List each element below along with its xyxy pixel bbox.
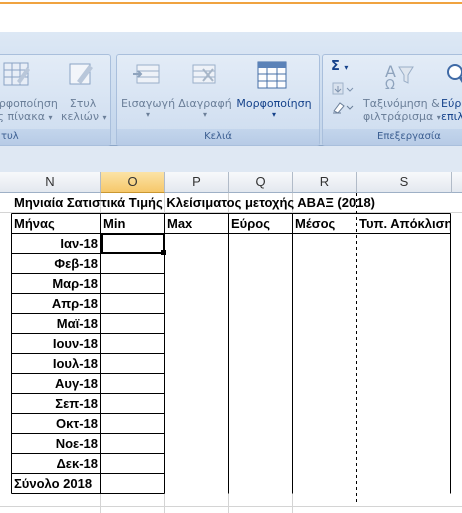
cell-styles-button[interactable]: Στυλ κελιών ▾ bbox=[61, 97, 107, 123]
dropdown-arrow-icon: ▾ bbox=[48, 113, 53, 122]
format-label: Μορφοποίηση bbox=[236, 97, 312, 110]
ribbon-group-editing-label: Επεξεργασία bbox=[323, 129, 462, 145]
format-as-table-label-1: ορφοποίηση bbox=[0, 97, 58, 110]
column-header-r[interactable]: R bbox=[293, 172, 357, 193]
format-as-table-label-2-text: ς πίνακα bbox=[0, 110, 45, 123]
cell-styles-label-2: κελιών ▾ bbox=[61, 110, 107, 123]
format-as-table-label-2: ς πίνακα ▾ bbox=[0, 110, 59, 123]
month-cell[interactable]: Ιουλ-18 bbox=[14, 354, 98, 374]
ribbon-group-styles: ορφοποίηση ς πίνακα ▾ Στυλ κελιών ▾ τυλ bbox=[0, 54, 111, 146]
header-month: Μήνας bbox=[14, 216, 55, 231]
format-button[interactable]: Μορφοποίηση ▾ bbox=[233, 97, 315, 119]
month-cell[interactable]: Αυγ-18 bbox=[14, 374, 98, 394]
find-select-button[interactable]: Εύρ επιλ bbox=[441, 97, 462, 123]
autosum-button[interactable]: Σ ▾ bbox=[331, 59, 348, 74]
header-max: Max bbox=[167, 216, 193, 231]
format-cells-icon[interactable] bbox=[255, 59, 289, 91]
cell-styles-label-1: Στυλ bbox=[69, 97, 97, 110]
format-as-table-button[interactable]: ορφοποίηση ς πίνακα ▾ bbox=[0, 97, 59, 123]
active-cell-o[interactable] bbox=[101, 234, 164, 254]
sigma-icon: Σ bbox=[331, 59, 340, 74]
month-cell[interactable]: Νοε-18 bbox=[14, 434, 98, 454]
column-header-q[interactable]: Q bbox=[229, 172, 293, 193]
month-cell[interactable]: Μαϊ-18 bbox=[14, 314, 98, 334]
sort-filter-button[interactable]: Ταξινόμηση & φιλτράρισμα ▾ bbox=[363, 97, 441, 123]
fill-icon[interactable] bbox=[331, 81, 355, 97]
cell-styles-icon[interactable] bbox=[67, 61, 95, 89]
insert-button[interactable]: Εισαγωγή ▾ bbox=[120, 97, 176, 119]
dropdown-arrow-icon: ▾ bbox=[145, 110, 150, 119]
formula-bar[interactable] bbox=[0, 146, 462, 173]
column-header-o[interactable]: O bbox=[101, 172, 165, 193]
find-select-label-2: επιλ bbox=[441, 110, 462, 123]
column-header-p[interactable]: P bbox=[165, 172, 229, 193]
dropdown-arrow-icon: ▾ bbox=[271, 110, 276, 119]
clear-icon[interactable] bbox=[331, 99, 355, 115]
find-select-label-1: Εύρ bbox=[441, 97, 462, 110]
dropdown-arrow-icon: ▾ bbox=[344, 63, 349, 72]
ribbon-group-styles-label: τυλ bbox=[0, 129, 110, 145]
header-range: Εύρος bbox=[231, 216, 270, 231]
month-cell[interactable]: Οκτ-18 bbox=[14, 414, 98, 434]
sort-filter-icon[interactable]: A Ω bbox=[381, 59, 415, 91]
format-as-table-icon[interactable] bbox=[3, 61, 31, 89]
month-cell[interactable]: Σεπ-18 bbox=[14, 394, 98, 414]
sort-filter-label-2-text: φιλτράρισμα bbox=[363, 110, 434, 123]
sort-filter-label-2: φιλτράρισμα ▾ bbox=[363, 110, 441, 123]
find-select-icon[interactable] bbox=[443, 61, 462, 89]
insert-label: Εισαγωγή bbox=[120, 97, 176, 110]
cell-styles-label-2-text: κελιών bbox=[61, 110, 100, 123]
title-bar bbox=[0, 0, 462, 32]
dropdown-arrow-icon: ▾ bbox=[202, 110, 207, 119]
header-mean: Μέσος bbox=[295, 216, 336, 231]
delete-button[interactable]: Διαγραφή ▾ bbox=[177, 97, 233, 119]
gridline bbox=[0, 506, 462, 507]
month-cell[interactable]: Μαρ-18 bbox=[14, 274, 98, 294]
ribbon-group-cells: Εισαγωγή ▾ Διαγραφή ▾ Μορφοποίηση ▾ Κελι… bbox=[116, 54, 320, 146]
svg-text:Ω: Ω bbox=[385, 78, 395, 91]
month-cell[interactable]: Απρ-18 bbox=[14, 294, 98, 314]
ribbon-group-editing: Σ ▾ A Ω Ταξινόμηση & φιλτράρισμα ▾ Εύρ ε… bbox=[322, 54, 462, 146]
delete-cells-icon[interactable] bbox=[189, 61, 219, 89]
month-cell[interactable]: Δεκ-18 bbox=[14, 454, 98, 474]
ribbon: ορφοποίηση ς πίνακα ▾ Στυλ κελιών ▾ τυλ … bbox=[0, 32, 462, 146]
title-bar-accent bbox=[0, 2, 462, 4]
delete-label: Διαγραφή bbox=[178, 97, 232, 110]
month-cell[interactable]: Φεβ-18 bbox=[14, 254, 98, 274]
column-header-n[interactable]: N bbox=[0, 172, 101, 193]
ribbon-group-cells-label: Κελιά bbox=[117, 129, 319, 145]
total-label[interactable]: Σύνολο 2018 bbox=[14, 474, 92, 494]
header-min: Min bbox=[103, 216, 126, 231]
sort-filter-label-1: Ταξινόμηση & bbox=[363, 97, 440, 110]
column-header-s[interactable]: S bbox=[357, 172, 452, 193]
column-header-t[interactable] bbox=[452, 172, 462, 193]
dropdown-arrow-icon: ▾ bbox=[102, 113, 107, 122]
month-cell[interactable]: Ιαν-18 bbox=[14, 234, 98, 254]
header-stdev: Τυπ. Απόκλιση bbox=[359, 216, 451, 231]
insert-cells-icon[interactable] bbox=[131, 61, 161, 89]
month-cell[interactable]: Ιουν-18 bbox=[14, 334, 98, 354]
